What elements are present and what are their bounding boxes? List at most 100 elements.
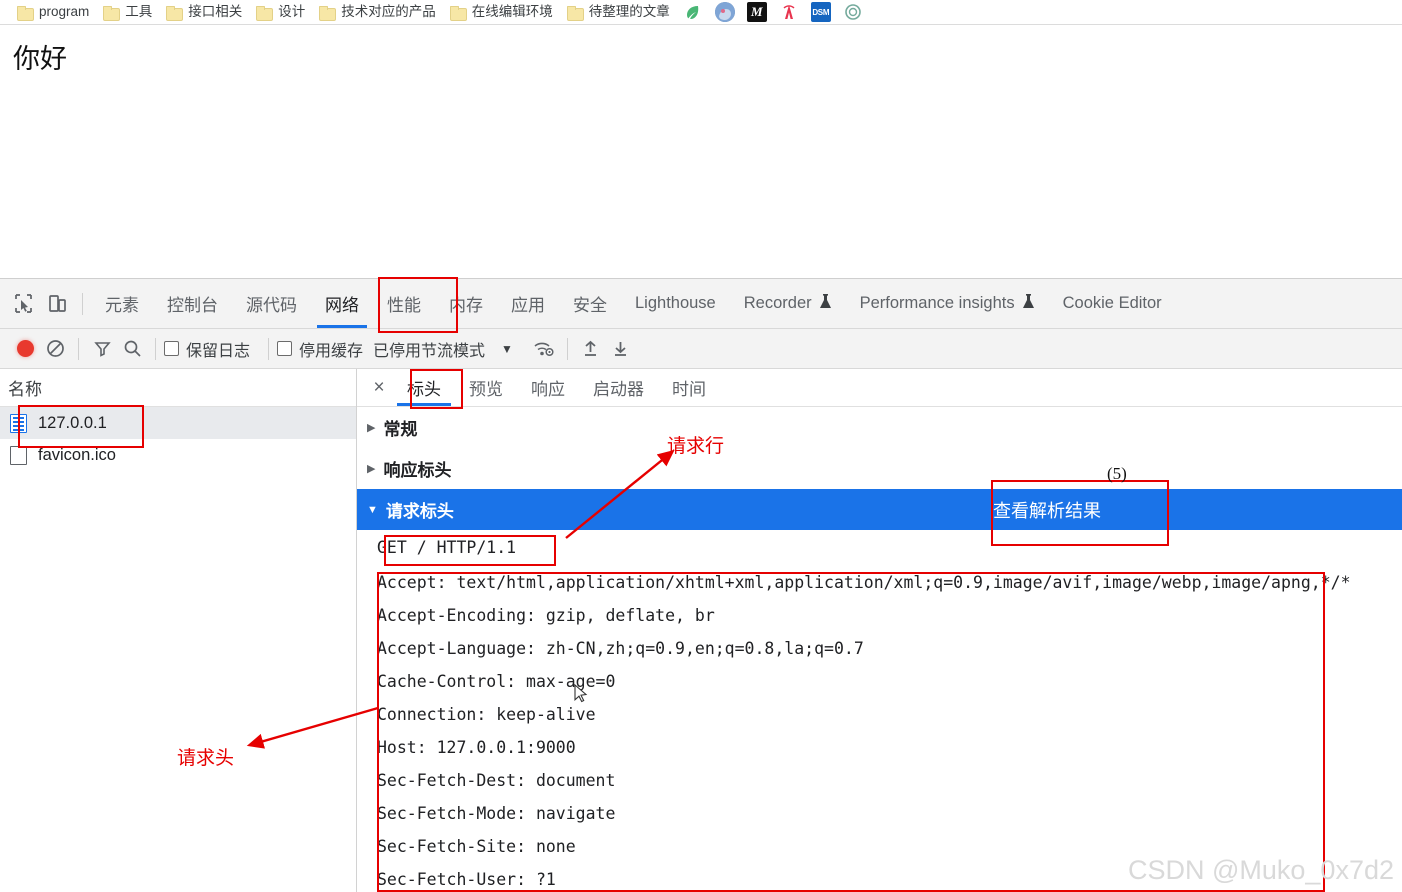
bookmark-item-tools[interactable]: 工具 xyxy=(96,1,159,23)
page-body-text: 你好 xyxy=(13,44,67,74)
section-response-headers[interactable]: ▶ 响应标头 xyxy=(357,448,1402,489)
folder-icon xyxy=(166,5,184,21)
record-icon xyxy=(16,340,34,357)
clear-button[interactable] xyxy=(40,334,70,364)
request-row-127-0-0-1[interactable]: 127.0.0.1 xyxy=(0,407,356,439)
tab-label: 网络 xyxy=(325,296,359,315)
folder-icon xyxy=(17,5,34,21)
import-har-icon[interactable] xyxy=(576,334,606,364)
tab-label: Recorder xyxy=(743,294,812,312)
request-headers-list: Accept: text/html,application/xhtml+xml,… xyxy=(357,566,1402,892)
chevron-down-icon: ▼ xyxy=(367,503,378,516)
subtab-label: 标头 xyxy=(407,380,441,399)
header-line: Accept-Encoding: gzip, deflate, br xyxy=(377,606,715,625)
throttling-select[interactable]: 已停用节流模式 ▼ xyxy=(373,337,513,361)
tab-label: 源代码 xyxy=(246,296,297,315)
openai-icon[interactable] xyxy=(842,2,863,22)
bookmarks-bar: program 工具 接口相关 设计 技术对应的产品 在线编辑环境 待整理的文章… xyxy=(0,0,1402,25)
header-line: Sec-Fetch-Mode: navigate xyxy=(377,804,616,823)
tab-recorder[interactable]: Recorder xyxy=(730,279,846,328)
header-line: Sec-Fetch-Dest: document xyxy=(377,771,616,790)
tab-sources[interactable]: 源代码 xyxy=(232,279,311,328)
watermark: CSDN @Muko_0x7d2 xyxy=(1127,855,1394,885)
header-line: Accept: text/html,application/xhtml+xml,… xyxy=(377,573,1351,592)
experiment-flask-icon xyxy=(1022,294,1035,313)
subtab-timing[interactable]: 时间 xyxy=(658,369,720,406)
record-button[interactable] xyxy=(10,334,40,364)
chevron-right-icon: ▶ xyxy=(367,422,376,434)
leaf-icon[interactable] xyxy=(683,2,703,22)
blank-file-icon xyxy=(10,445,27,465)
bookmark-label: 待整理的文章 xyxy=(588,4,670,20)
bookmark-item-online-editors[interactable]: 在线编辑环境 xyxy=(443,1,560,23)
devtools-panel: 元素 控制台 源代码 网络 性能 内存 应用 安全 Lighthouse Rec… xyxy=(0,278,1402,892)
anime-avatar-icon[interactable] xyxy=(714,2,735,22)
section-request-headers[interactable]: ▼ 请求标头 查看解析结果 xyxy=(357,489,1402,530)
bookmark-item-articles[interactable]: 待整理的文章 xyxy=(560,1,677,23)
tab-performance[interactable]: 性能 xyxy=(373,279,435,328)
requests-column-header[interactable]: 名称 xyxy=(0,369,356,407)
toolbar-divider xyxy=(155,337,156,360)
tab-cookie-editor[interactable]: Cookie Editor xyxy=(1049,279,1176,328)
device-toolbar-icon[interactable] xyxy=(40,287,74,321)
folder-icon xyxy=(566,5,584,21)
inspect-element-icon[interactable] xyxy=(6,287,40,321)
view-parsed-button[interactable]: 查看解析结果 xyxy=(993,497,1101,523)
bookmark-item-program[interactable]: program xyxy=(10,1,96,23)
chevron-down-icon[interactable]: ▼ xyxy=(501,342,513,356)
close-detail-button[interactable]: × xyxy=(365,374,393,402)
devtools-tabstrip: 元素 控制台 源代码 网络 性能 内存 应用 安全 Lighthouse Rec… xyxy=(0,279,1402,329)
filter-button[interactable] xyxy=(87,334,117,364)
requests-list-panel: 名称 127.0.0.1 favicon.ico xyxy=(0,369,357,892)
bookmark-item-tech-products[interactable]: 技术对应的产品 xyxy=(312,1,443,23)
medium-m-icon[interactable]: M xyxy=(746,2,767,22)
tab-performance-insights[interactable]: Performance insights xyxy=(846,279,1049,328)
subtab-preview[interactable]: 预览 xyxy=(455,369,517,406)
tab-label: Cookie Editor xyxy=(1062,294,1162,312)
document-icon xyxy=(10,413,27,433)
request-row-favicon[interactable]: favicon.ico xyxy=(0,439,356,471)
bookmark-label: 接口相关 xyxy=(188,4,243,20)
folder-icon xyxy=(103,5,121,21)
toolbar-divider xyxy=(566,337,568,360)
dsm-glyph: DSM xyxy=(812,7,830,17)
request-detail-panel: × 标头 预览 响应 启动器 时间 ▶ 常规 ▶ 响应标头 ▼ 请求标头 查看解… xyxy=(357,369,1402,892)
experiment-flask-icon xyxy=(819,294,832,313)
tab-security[interactable]: 安全 xyxy=(559,279,621,328)
preserve-log-checkbox[interactable]: 保留日志 xyxy=(164,337,250,361)
subtab-initiator[interactable]: 启动器 xyxy=(579,369,658,406)
tab-label: 性能 xyxy=(387,296,421,315)
section-label: 响应标头 xyxy=(383,461,452,480)
dsm-icon[interactable]: DSM xyxy=(810,2,831,22)
bookmark-label: 技术对应的产品 xyxy=(341,4,436,20)
section-label: 常规 xyxy=(383,420,418,439)
bookmark-item-design[interactable]: 设计 xyxy=(249,1,312,23)
disable-cache-checkbox[interactable]: 停用缓存 xyxy=(277,337,363,361)
medium-m-glyph: M xyxy=(751,4,763,19)
tab-console[interactable]: 控制台 xyxy=(153,279,232,328)
close-icon: × xyxy=(373,376,385,398)
detail-subtabs: × 标头 预览 响应 启动器 时间 xyxy=(357,369,1402,407)
folder-icon xyxy=(449,5,467,21)
network-conditions-icon[interactable] xyxy=(529,334,559,364)
section-general[interactable]: ▶ 常规 xyxy=(357,407,1402,448)
subtab-label: 响应 xyxy=(531,380,565,399)
subtab-headers[interactable]: 标头 xyxy=(393,369,455,406)
disable-cache-label: 停用缓存 xyxy=(299,342,364,360)
tower-icon[interactable] xyxy=(778,2,799,22)
header-line: Connection: keep-alive xyxy=(377,705,596,724)
export-har-icon[interactable] xyxy=(606,334,636,364)
search-button[interactable] xyxy=(117,334,147,364)
bookmark-item-api[interactable]: 接口相关 xyxy=(159,1,249,23)
folder-icon xyxy=(319,5,337,21)
tab-memory[interactable]: 内存 xyxy=(435,279,497,328)
tab-label: Lighthouse xyxy=(635,294,716,312)
checkbox-icon xyxy=(277,341,293,356)
tab-application[interactable]: 应用 xyxy=(497,279,559,328)
tab-elements[interactable]: 元素 xyxy=(91,279,153,328)
subtab-label: 时间 xyxy=(672,380,706,399)
tab-lighthouse[interactable]: Lighthouse xyxy=(621,279,730,328)
tab-network[interactable]: 网络 xyxy=(311,279,373,328)
subtab-response[interactable]: 响应 xyxy=(517,369,579,406)
header-line: Accept-Language: zh-CN,zh;q=0.9,en;q=0.8… xyxy=(377,639,864,658)
